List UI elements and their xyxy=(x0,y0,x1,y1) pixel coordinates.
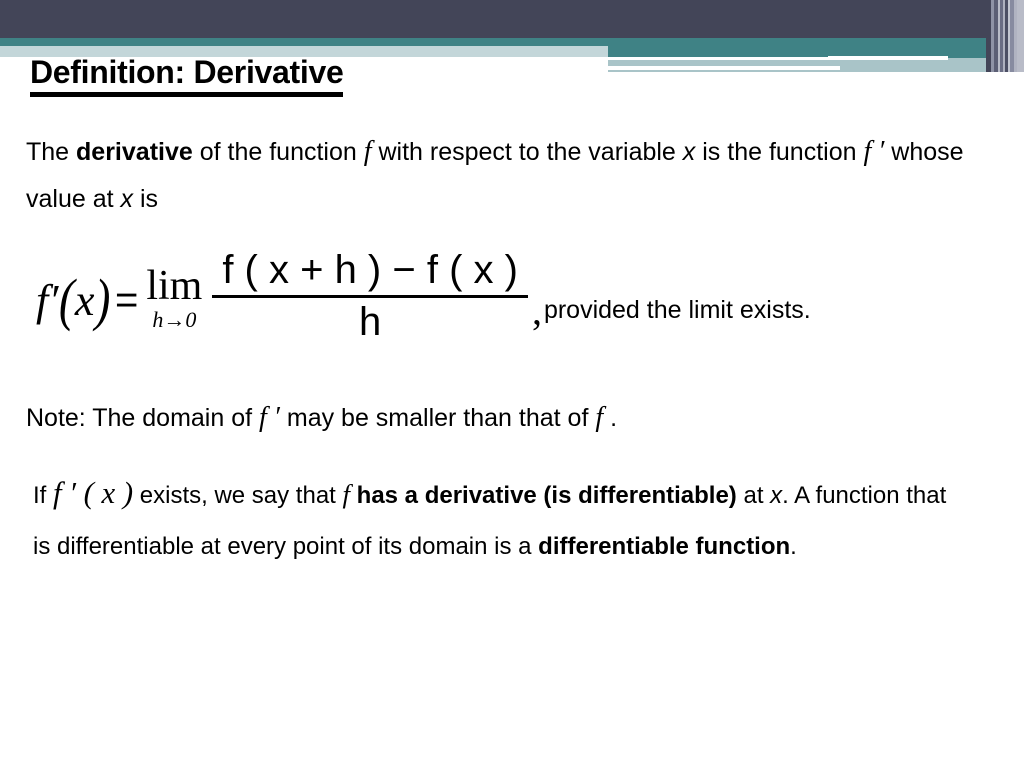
limit-subscript: h→0 xyxy=(152,307,197,333)
note-paragraph: Note: The domain of f ′ may be smaller t… xyxy=(26,394,986,442)
equation-lhs-f: f xyxy=(36,275,49,325)
final-text-3: at xyxy=(736,482,771,509)
limit-keyword: lim xyxy=(146,263,203,310)
fraction-denominator: h xyxy=(359,299,382,344)
math-x-2: x xyxy=(120,185,134,213)
final-bold-has-derivative: has a derivative (is differentiable) xyxy=(356,482,737,509)
intro-text-1: The xyxy=(26,138,77,166)
intro-text-4: is the function xyxy=(695,138,864,166)
note-text-2: may be smaller than that of xyxy=(279,404,596,432)
final-paragraph: If f ′ ( x ) exists, we say that f has a… xyxy=(33,468,963,572)
math-x-1: x xyxy=(682,138,696,166)
header-stripe-10 xyxy=(1017,0,1024,72)
note-text-3: . xyxy=(603,404,618,432)
intro-text-6: is xyxy=(133,185,159,213)
final-text-2: exists, we say that xyxy=(133,482,343,509)
equation-lhs: f ′(x) xyxy=(36,268,111,333)
final-text-5: . xyxy=(790,533,797,560)
equation-fraction: f ( x + h ) − f ( x ) h xyxy=(212,248,528,345)
note-text-1: Note: The domain of xyxy=(26,404,260,432)
equation-lhs-prime: ′ xyxy=(48,275,59,325)
math-f-prime-1: f ′ xyxy=(863,136,885,167)
math-f-prime-2: f ′ xyxy=(259,402,280,433)
header-white-accent-2 xyxy=(608,66,840,70)
math-f-3: f xyxy=(342,479,350,509)
final-text-1: If xyxy=(33,482,54,509)
intro-text-2: of the function xyxy=(192,138,364,166)
final-bold-differentiable-function: differentiable function xyxy=(538,533,791,560)
equation-limit-operator: lim h→0 xyxy=(146,263,203,333)
derivative-equation: f ′(x) = lim h→0 f ( x + h ) − f ( x ) h … xyxy=(36,240,1016,360)
intro-paragraph: The derivative of the function f with re… xyxy=(26,128,1001,223)
intro-bold-derivative: derivative xyxy=(76,138,193,166)
slide-title: Definition: Derivative xyxy=(30,54,344,97)
equation-lhs-var: x xyxy=(74,275,95,325)
equation-lhs-open-paren: ( xyxy=(58,267,75,333)
math-f-1: f xyxy=(363,136,372,167)
fraction-numerator: f ( x + h ) − f ( x ) xyxy=(222,247,518,292)
math-f-prime-of-x: f ′ ( x ) xyxy=(53,476,134,510)
math-x-3: x xyxy=(770,482,783,509)
math-f-2: f xyxy=(595,402,604,433)
equation-tail-text: provided the limit exists. xyxy=(543,295,811,324)
header-white-accent-1 xyxy=(828,56,948,60)
equation-lhs-close-paren: ) xyxy=(94,267,111,333)
header-band-dark xyxy=(0,0,1024,38)
intro-text-3: with respect to the variable xyxy=(371,138,683,166)
header-band-teal xyxy=(0,38,1024,46)
header-stripe-ornament xyxy=(986,0,1024,72)
equation-comma: , xyxy=(531,287,542,333)
equation-equals-sign: = xyxy=(114,277,139,322)
